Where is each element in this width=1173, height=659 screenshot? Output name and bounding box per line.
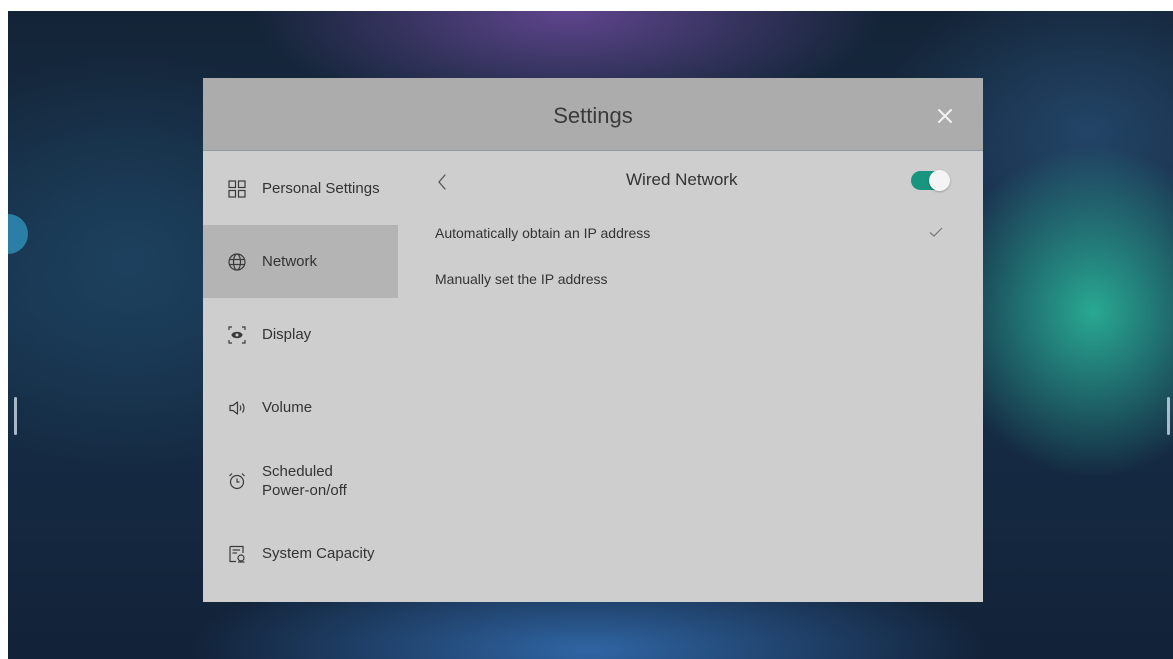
back-button[interactable] bbox=[432, 170, 452, 194]
checkmark-icon bbox=[929, 227, 943, 237]
storage-icon bbox=[229, 545, 245, 563]
title-bar: Settings bbox=[203, 78, 983, 151]
panel-title: Wired Network bbox=[626, 170, 738, 189]
sidebar-item-display[interactable]: Display bbox=[203, 298, 398, 371]
sidebar-item-personal-settings[interactable]: Personal Settings bbox=[203, 152, 398, 225]
sidebar: Personal Settings Network Display Volume… bbox=[203, 152, 398, 602]
toggle-knob bbox=[929, 170, 950, 191]
close-icon bbox=[938, 109, 952, 123]
chevron-left-icon bbox=[438, 174, 446, 190]
sidebar-item-label: Network bbox=[262, 253, 318, 270]
side-toolbar-handle-left[interactable] bbox=[14, 397, 17, 435]
wired-network-toggle[interactable] bbox=[911, 170, 950, 191]
alarm-clock-icon bbox=[229, 472, 245, 489]
option-label: Manually set the IP address bbox=[435, 271, 608, 287]
speaker-icon bbox=[229, 400, 245, 415]
option-label: Automatically obtain an IP address bbox=[435, 225, 651, 241]
sidebar-item-label: System Capacity bbox=[262, 545, 375, 562]
sidebar-item-label: Display bbox=[262, 326, 312, 343]
globe-icon bbox=[228, 252, 246, 271]
option-manual-ip[interactable]: Manually set the IP address bbox=[398, 259, 983, 299]
sidebar-item-network[interactable]: Network bbox=[203, 225, 398, 298]
grid-icon bbox=[228, 179, 246, 198]
settings-window: Settings Personal Settings Network Displ… bbox=[203, 78, 983, 602]
sidebar-item-label: Scheduled Power-on/off bbox=[262, 462, 347, 499]
side-toolbar-handle-right[interactable] bbox=[1167, 397, 1170, 435]
eye-icon bbox=[228, 325, 246, 344]
edge-handle-left[interactable] bbox=[8, 214, 28, 254]
option-auto-ip[interactable]: Automatically obtain an IP address bbox=[398, 213, 983, 253]
sidebar-item-label: Volume bbox=[262, 399, 313, 416]
panel-header: Wired Network bbox=[398, 152, 983, 208]
sidebar-item-label: Personal Settings bbox=[262, 180, 380, 197]
window-title: Settings bbox=[553, 103, 633, 128]
sidebar-item-scheduled-power[interactable]: Scheduled Power-on/off bbox=[203, 444, 398, 517]
close-button[interactable] bbox=[927, 98, 963, 134]
sidebar-item-volume[interactable]: Volume bbox=[203, 371, 398, 444]
sidebar-item-system-capacity[interactable]: System Capacity bbox=[203, 517, 398, 590]
